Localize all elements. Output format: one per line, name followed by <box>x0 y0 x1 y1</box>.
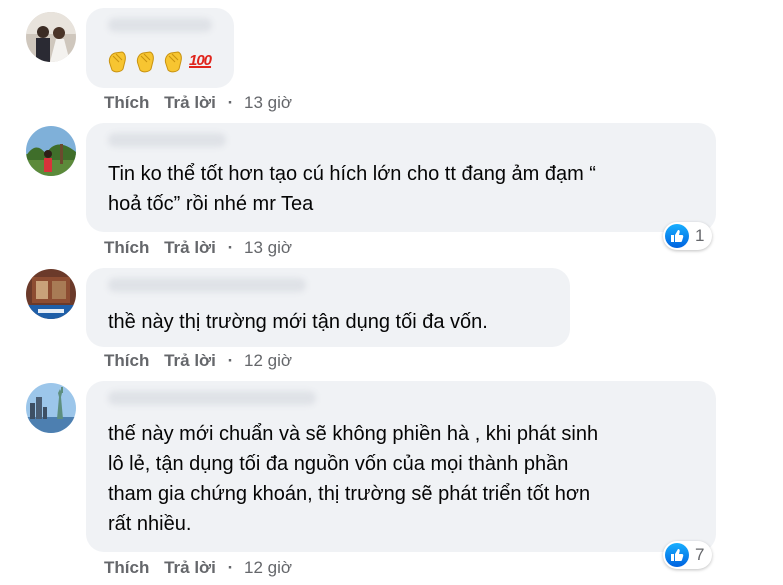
comment-actions: Thích Trả lời · 13 giờ <box>104 93 292 113</box>
timestamp[interactable]: 12 giờ <box>244 558 292 577</box>
comment-actions: Thích Trả lời · 12 giờ <box>104 351 292 371</box>
comment-bubble: 100 <box>86 8 234 88</box>
reaction-count: 7 <box>695 545 705 564</box>
timestamp[interactable]: 12 giờ <box>244 351 292 370</box>
reply-button[interactable]: Trả lời <box>164 558 216 577</box>
like-icon <box>665 224 689 248</box>
comment-text: Tin ko thể tốt hơn tạo cú hích lớn cho t… <box>108 163 596 215</box>
timestamp[interactable]: 13 giờ <box>244 238 292 257</box>
like-icon <box>665 543 689 567</box>
separator: · <box>227 351 234 370</box>
reaction-summary[interactable]: 1 <box>663 222 713 250</box>
author-name[interactable] <box>108 133 226 147</box>
author-name[interactable] <box>108 18 212 32</box>
like-button[interactable]: Thích <box>104 238 149 257</box>
comment-bubble: thề này thị trường mới tận dụng tối đa v… <box>86 268 570 347</box>
clapping-hands-icon <box>108 51 126 73</box>
separator: · <box>227 93 234 112</box>
clapping-hands-icon <box>136 51 154 73</box>
like-button[interactable]: Thích <box>104 351 149 370</box>
comment-bubble: thế này mới chuẩn và sẽ không phiền hà ,… <box>86 381 716 552</box>
comment-text: thề này thị trường mới tận dụng tối đa v… <box>108 311 488 333</box>
clapping-hands-icon <box>164 51 182 73</box>
avatar[interactable] <box>26 126 76 176</box>
reply-button[interactable]: Trả lời <box>164 238 216 257</box>
author-name[interactable] <box>108 391 316 405</box>
avatar[interactable] <box>26 12 76 62</box>
timestamp[interactable]: 13 giờ <box>244 93 292 112</box>
comment-text: thế này mới chuẩn và sẽ không phiền hà ,… <box>108 423 599 535</box>
like-button[interactable]: Thích <box>104 93 149 112</box>
author-name[interactable] <box>108 278 306 292</box>
reaction-count: 1 <box>695 226 705 245</box>
comment-actions: Thích Trả lời · 12 giờ <box>104 558 292 578</box>
comment-bubble: Tin ko thể tốt hơn tạo cú hích lớn cho t… <box>86 123 716 232</box>
reaction-summary[interactable]: 7 <box>663 541 713 569</box>
emoji-row: 100 <box>104 48 212 74</box>
hundred-points-icon: 100 <box>189 52 212 69</box>
reply-button[interactable]: Trả lời <box>164 351 216 370</box>
reply-button[interactable]: Trả lời <box>164 93 216 112</box>
separator: · <box>227 238 234 257</box>
avatar[interactable] <box>26 269 76 319</box>
separator: · <box>227 558 234 577</box>
like-button[interactable]: Thích <box>104 558 149 577</box>
comment-actions: Thích Trả lời · 13 giờ <box>104 238 292 258</box>
avatar[interactable] <box>26 383 76 433</box>
